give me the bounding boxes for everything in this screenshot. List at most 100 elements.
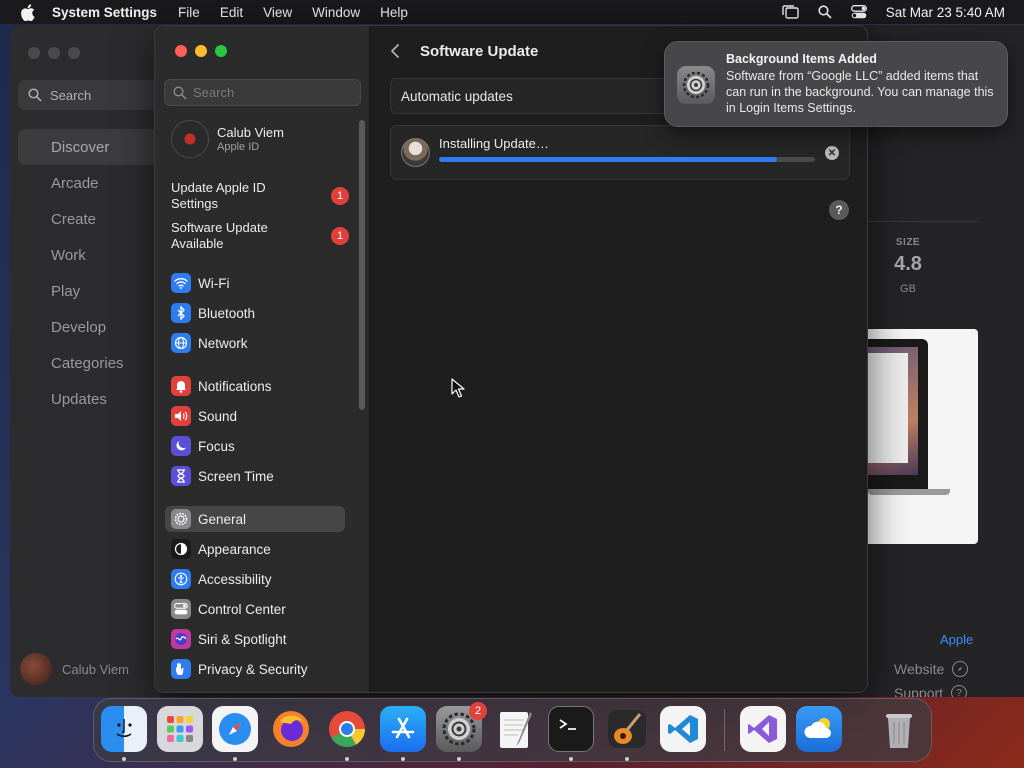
sidebar-item-notifications[interactable]: Notifications	[165, 373, 345, 399]
sidebar-item-bluetooth[interactable]: Bluetooth	[165, 300, 345, 326]
sidebar-item-siri-spotlight[interactable]: Siri & Spotlight	[165, 626, 345, 652]
dock: 2	[93, 698, 932, 762]
sidebar-item-accessibility[interactable]: Accessibility	[165, 566, 345, 592]
control-center-icon	[171, 599, 191, 619]
vscode-icon[interactable]	[660, 706, 706, 752]
app-store-search-placeholder: Search	[50, 87, 92, 103]
notification-title: Background Items Added	[726, 52, 877, 66]
cancel-update-button[interactable]: ✕	[825, 146, 839, 160]
sidebar-scrollbar[interactable]	[359, 120, 365, 410]
alert-software-update[interactable]: Software Update Available 1	[171, 220, 351, 252]
sidebar-item-screen-time[interactable]: Screen Time	[165, 463, 345, 489]
search-icon	[28, 88, 42, 102]
website-link[interactable]: Website	[894, 661, 969, 677]
support-link[interactable]: Support ?	[894, 685, 968, 697]
garageband-icon[interactable]	[604, 706, 650, 752]
alert-update-apple-id[interactable]: Update Apple ID Settings 1	[171, 180, 351, 212]
sidebar-item-privacy-security[interactable]: Privacy & Security	[165, 656, 345, 682]
help-button[interactable]: ?	[829, 200, 849, 220]
speaker-icon	[171, 406, 191, 426]
alert-label-line1: Software Update	[171, 220, 268, 235]
notification-body: Software from “Google LLC” added items t…	[726, 69, 994, 115]
sidebar-item-label: Privacy & Security	[198, 661, 308, 677]
window-menu[interactable]: Window	[312, 5, 360, 20]
developer-link[interactable]: Apple	[940, 632, 973, 647]
close-icon: ✕	[827, 147, 837, 159]
launchpad-icon[interactable]	[157, 706, 203, 752]
settings-search-field[interactable]	[164, 79, 361, 106]
apple-menu-icon[interactable]	[18, 3, 36, 21]
account-name: Calub Viem	[217, 125, 284, 140]
question-icon: ?	[951, 685, 968, 697]
compass-icon	[952, 661, 969, 677]
sidebar-item-control-center[interactable]: Control Center	[165, 596, 345, 622]
app-store-account[interactable]: Calub Viem	[20, 653, 129, 685]
close-button[interactable]	[28, 47, 40, 59]
sidebar-item-label: Control Center	[198, 601, 286, 617]
siri-icon	[171, 629, 191, 649]
macos-disk-icon	[401, 138, 430, 167]
sidebar-item-network[interactable]: Network	[165, 330, 345, 356]
minimize-button[interactable]	[48, 47, 60, 59]
spotlight-search-icon[interactable]	[816, 3, 834, 21]
sidebar-item-appearance[interactable]: Appearance	[165, 536, 345, 562]
support-link-label: Support	[894, 685, 944, 697]
size-label: SIZE	[895, 237, 921, 248]
app-name-menu[interactable]: System Settings	[52, 5, 157, 20]
hand-icon	[171, 659, 191, 679]
alert-label-line1: Update Apple ID	[171, 180, 266, 195]
sidebar-item-label: Sound	[198, 408, 238, 424]
background-items-notification[interactable]: Background Items Added Software from “Go…	[664, 41, 1008, 127]
edit-menu[interactable]: Edit	[220, 5, 243, 20]
firefox-icon[interactable]	[268, 706, 314, 752]
size-value: 4.8	[894, 253, 922, 275]
app-store-user-name: Calub Viem	[62, 661, 129, 677]
close-button[interactable]	[175, 45, 187, 57]
settings-search-input[interactable]	[193, 85, 343, 100]
apple-id-account[interactable]: Calub Viem Apple ID	[171, 120, 284, 158]
app-screenshot[interactable]	[868, 329, 978, 544]
weather-icon[interactable]	[796, 706, 842, 752]
textedit-icon[interactable]	[492, 706, 538, 752]
settings-gear-icon	[677, 66, 715, 104]
back-button[interactable]	[390, 42, 404, 60]
search-icon	[173, 85, 187, 100]
avatar	[20, 653, 52, 685]
visual-studio-icon[interactable]	[740, 706, 786, 752]
bluetooth-icon	[171, 303, 191, 323]
sidebar-item-label: Siri & Spotlight	[198, 631, 287, 647]
sidebar-item-wi-fi[interactable]: Wi-Fi	[165, 270, 345, 296]
window-controls	[175, 45, 227, 57]
laptop-window	[868, 353, 908, 463]
sidebar-item-label: Network	[198, 335, 248, 351]
notification-badge: 1	[331, 227, 349, 245]
sidebar-item-sound[interactable]: Sound	[165, 403, 345, 429]
app-store-icon[interactable]	[380, 706, 426, 752]
sidebar-item-general[interactable]: General	[165, 506, 345, 532]
trash-icon[interactable]	[876, 706, 922, 752]
sidebar-item-focus[interactable]: Focus	[165, 433, 345, 459]
size-unit: GB	[900, 283, 916, 295]
view-menu[interactable]: View	[263, 5, 292, 20]
menu-bar: System Settings File Edit View Window He…	[0, 0, 1024, 24]
file-menu[interactable]: File	[178, 5, 200, 20]
control-center-icon[interactable]	[850, 3, 868, 21]
sidebar-item-label: Focus	[198, 438, 235, 454]
sidebar-item-label: Bluetooth	[198, 305, 256, 321]
zoom-button[interactable]	[68, 47, 80, 59]
minimize-button[interactable]	[195, 45, 207, 57]
mouse-cursor-icon	[451, 378, 465, 398]
stage-manager-icon[interactable]	[782, 3, 800, 21]
finder-icon[interactable]	[101, 706, 147, 752]
settings-sidebar: Calub Viem Apple ID Update Apple ID Sett…	[155, 26, 370, 692]
sidebar-item-label: Screen Time	[198, 468, 274, 484]
terminal-icon[interactable]	[548, 706, 594, 752]
safari-icon[interactable]	[212, 706, 258, 752]
zoom-button[interactable]	[215, 45, 227, 57]
menu-bar-clock[interactable]: Sat Mar 23 5:40 AM	[886, 5, 1005, 20]
sidebar-item-label: Notifications	[198, 378, 272, 394]
chrome-icon[interactable]	[324, 706, 370, 752]
help-menu[interactable]: Help	[380, 5, 408, 20]
alert-label-line2: Available	[171, 236, 224, 251]
page-title: Software Update	[420, 43, 539, 60]
